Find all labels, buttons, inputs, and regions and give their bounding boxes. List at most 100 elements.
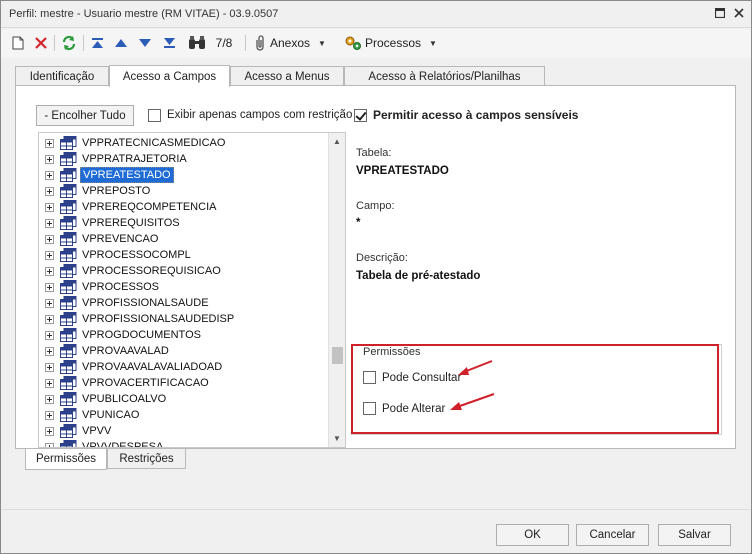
tree-scrollbar[interactable]: ▲ ▼ (328, 133, 345, 447)
window-title: Perfil: mestre - Usuario mestre (RM VITA… (9, 8, 279, 20)
tree-item[interactable]: VPVVDESPESA (39, 439, 329, 447)
expand-icon[interactable] (45, 155, 54, 164)
tree-item[interactable]: VPREATESTADO (39, 167, 329, 183)
expand-icon[interactable] (45, 267, 54, 276)
save-button[interactable]: Salvar (658, 524, 731, 546)
field-value: * (356, 217, 361, 229)
expand-icon[interactable] (45, 411, 54, 420)
title-bar: Perfil: mestre - Usuario mestre (RM VITA… (1, 1, 751, 28)
tree-item[interactable]: VPVV (39, 423, 329, 439)
tab-permissoes[interactable]: Permissões (25, 449, 107, 470)
tree-item[interactable]: VPUNICAO (39, 407, 329, 423)
tree-item[interactable]: VPROFISSIONALSAUDE (39, 295, 329, 311)
tree-item-label: VPUBLICOALVO (82, 393, 167, 405)
tree-item[interactable]: VPROCESSOCOMPL (39, 247, 329, 263)
tree-item-label: VPROCESSOS (82, 281, 160, 293)
previous-record-icon[interactable] (113, 33, 129, 53)
tree-item[interactable]: VPROVAAVALAD (39, 343, 329, 359)
can-view-checkbox[interactable] (363, 371, 376, 384)
close-icon[interactable] (732, 6, 746, 20)
allow-sensitive-label: Permitir acesso à campos sensíveis (373, 108, 579, 122)
field-caption: Campo: (356, 200, 395, 212)
next-record-icon[interactable] (137, 33, 153, 53)
table-icon (60, 248, 77, 262)
tab-acesso-a-campos[interactable]: Acesso a Campos (109, 65, 230, 87)
tree-item[interactable]: VPPRATRAJETORIA (39, 151, 329, 167)
table-icon (60, 280, 77, 294)
allow-sensitive-checkbox[interactable] (354, 109, 367, 122)
tree-item-label: VPROVAAVALAD (82, 345, 169, 357)
expand-icon[interactable] (45, 235, 54, 244)
tree-item[interactable]: VPROGDOCUMENTOS (39, 327, 329, 343)
tree-item-label: VPPRATRAJETORIA (82, 153, 187, 165)
processes-menu[interactable]: Processos ▼ (344, 33, 444, 53)
scroll-thumb[interactable] (332, 347, 343, 364)
expand-icon[interactable] (45, 443, 54, 447)
restore-icon[interactable] (713, 6, 727, 20)
expand-icon[interactable] (45, 331, 54, 340)
processes-label: Processos (365, 36, 422, 50)
table-icon (60, 440, 77, 447)
tree-item[interactable]: VPREREQCOMPETENCIA (39, 199, 329, 215)
tab-label: Permissões (35, 453, 97, 465)
expand-icon[interactable] (45, 187, 54, 196)
table-icon (60, 360, 77, 374)
table-tree[interactable]: VPPRATECNICASMEDICAO VPPRATRAJETORIA VPREA… (38, 132, 346, 448)
last-record-icon[interactable] (161, 33, 177, 53)
tab-acesso-a-menus[interactable]: Acesso a Menus (230, 66, 344, 86)
tree-item[interactable]: VPUBLICOALVO (39, 391, 329, 407)
attachments-menu[interactable]: Anexos ▼ (253, 33, 335, 53)
table-icon (60, 136, 77, 150)
only-restricted-checkbox[interactable] (148, 109, 161, 122)
expand-icon[interactable] (45, 379, 54, 388)
can-edit-checkbox[interactable] (363, 402, 376, 415)
table-icon (60, 232, 77, 246)
expand-icon[interactable] (45, 139, 54, 148)
tab-label: Restrições (119, 452, 174, 465)
expand-icon[interactable] (45, 283, 54, 292)
tab-acesso-relatorios[interactable]: Acesso à Relatórios/Planilhas (344, 66, 545, 86)
tab-identificacao[interactable]: Identificação (15, 66, 109, 86)
expand-icon[interactable] (45, 315, 54, 324)
tree-item[interactable]: VPROCESSOS (39, 279, 329, 295)
tree-item[interactable]: VPROFISSIONALSAUDEDISP (39, 311, 329, 327)
binoculars-icon[interactable] (187, 33, 207, 53)
collapse-all-button[interactable]: - Encolher Tudo (36, 105, 134, 126)
tree-item-label: VPROGDOCUMENTOS (82, 329, 201, 341)
delete-icon[interactable] (33, 33, 49, 53)
tree-item-label: VPPRATECNICASMEDICAO (82, 137, 226, 149)
expand-icon[interactable] (45, 203, 54, 212)
tree-item[interactable]: VPREVENCAO (39, 231, 329, 247)
expand-icon[interactable] (45, 251, 54, 260)
table-icon (60, 168, 77, 182)
tree-item[interactable]: VPREREQUISITOS (39, 215, 329, 231)
tree-item[interactable]: VPROCESSOREQUISICAO (39, 263, 329, 279)
ok-button[interactable]: OK (496, 524, 569, 546)
tree-item[interactable]: VPROVAAVALAVALIADOAD (39, 359, 329, 375)
tree-item[interactable]: VPREPOSTO (39, 183, 329, 199)
chevron-down-icon: ▼ (318, 38, 326, 48)
new-icon[interactable] (10, 33, 26, 53)
attachments-label: Anexos (270, 36, 311, 50)
scroll-up-icon[interactable]: ▲ (329, 133, 345, 149)
table-icon (60, 216, 77, 230)
expand-icon[interactable] (45, 427, 54, 436)
tree-item-label: VPROVAAVALAVALIADOAD (82, 361, 223, 373)
expand-icon[interactable] (45, 363, 54, 372)
tab-label: Acesso a Campos (122, 70, 217, 83)
expand-icon[interactable] (45, 171, 54, 180)
tree-item[interactable]: VPPRATECNICASMEDICAO (39, 135, 329, 151)
expand-icon[interactable] (45, 299, 54, 308)
scroll-down-icon[interactable]: ▼ (329, 430, 345, 446)
refresh-icon[interactable] (60, 33, 78, 53)
description-value: Tabela de pré-atestado (356, 270, 481, 282)
tab-label: Acesso à Relatórios/Planilhas (368, 70, 521, 83)
first-record-icon[interactable] (89, 33, 105, 53)
cancel-button[interactable]: Cancelar (576, 524, 649, 546)
tree-item[interactable]: VPROVACERTIFICACAO (39, 375, 329, 391)
expand-icon[interactable] (45, 219, 54, 228)
tree-item-label: VPREATESTADO (80, 167, 174, 183)
tab-restricoes[interactable]: Restrições (107, 449, 186, 469)
expand-icon[interactable] (45, 395, 54, 404)
expand-icon[interactable] (45, 347, 54, 356)
